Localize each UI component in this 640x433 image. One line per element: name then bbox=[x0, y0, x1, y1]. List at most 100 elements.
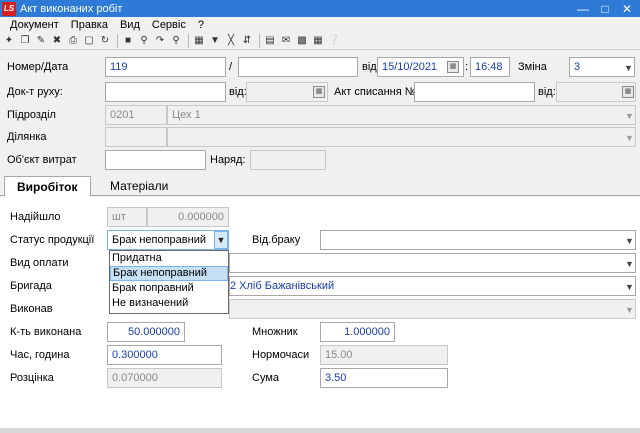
product-status-dropdown: Придатна Брак непоправний Брак поправний… bbox=[109, 250, 229, 314]
doc-date-value: 15/10/2021 bbox=[382, 61, 438, 73]
menu-document[interactable]: Документ bbox=[0, 19, 65, 31]
multiplier-field[interactable]: 1.000000 bbox=[320, 322, 395, 342]
norm-hours-label: Нормочаси bbox=[252, 349, 310, 361]
time-hours-label: Час, година bbox=[10, 349, 70, 361]
doc-suffix-field[interactable] bbox=[238, 57, 358, 77]
document-icon[interactable]: ▤ bbox=[263, 34, 277, 48]
received-qty-field: 0.000000 bbox=[147, 207, 229, 227]
clear-filter-icon[interactable]: ╳ bbox=[224, 34, 238, 48]
delete-doc-icon[interactable]: ✖ bbox=[50, 34, 64, 48]
brigade-value: 2 Хліб Бажанівський bbox=[230, 280, 335, 292]
app-logo: LS bbox=[2, 1, 16, 16]
menu-help[interactable]: ? bbox=[192, 19, 210, 31]
chevron-down-icon[interactable]: ▼ bbox=[625, 282, 634, 292]
toolbar-separator bbox=[117, 33, 118, 48]
close-button[interactable]: ✕ bbox=[616, 0, 638, 17]
grid-icon[interactable]: ▦ bbox=[192, 34, 206, 48]
time-separator: : bbox=[465, 61, 469, 73]
section-label: Ділянка bbox=[7, 131, 47, 143]
order-label: Наряд: bbox=[210, 154, 246, 166]
filter-icon[interactable]: ▼ bbox=[208, 34, 222, 48]
movement-doc-field[interactable] bbox=[105, 82, 226, 102]
received-unit-field: шт bbox=[107, 207, 147, 227]
brigade-label: Бригада bbox=[10, 280, 52, 292]
stop-icon[interactable]: ■ bbox=[121, 34, 135, 48]
section-name-field bbox=[167, 127, 636, 147]
order-field bbox=[250, 150, 326, 170]
chevron-down-icon[interactable]: ▼ bbox=[624, 63, 633, 73]
chevron-down-icon: ▼ bbox=[625, 111, 634, 121]
rate-label: Розцінка bbox=[10, 372, 54, 384]
doc-number-field[interactable]: 119 bbox=[105, 57, 226, 77]
calendar-icon: ▦ bbox=[313, 86, 325, 98]
toolbar-separator bbox=[188, 33, 189, 48]
defect-dept-select[interactable] bbox=[320, 230, 636, 250]
tab-bar: Виробіток Матеріали bbox=[0, 174, 640, 197]
preview-icon[interactable]: ▢ bbox=[82, 34, 96, 48]
defect-dept-label: Від.браку bbox=[252, 234, 301, 246]
calculator-icon[interactable]: ▦ bbox=[311, 34, 325, 48]
menu-service[interactable]: Сервіс bbox=[146, 19, 192, 31]
menu-bar: Документ Правка Вид Сервіс ? bbox=[0, 17, 640, 32]
status-option-suitable[interactable]: Придатна bbox=[110, 251, 228, 266]
shift-value: 3 bbox=[574, 61, 581, 73]
time-hours-field[interactable]: 0.300000 bbox=[107, 345, 222, 365]
sum-label: Сума bbox=[252, 372, 280, 384]
cost-object-field[interactable] bbox=[105, 150, 206, 170]
brigade-select[interactable]: 2 Хліб Бажанівський bbox=[229, 276, 636, 296]
tab-materials[interactable]: Матеріали bbox=[98, 176, 180, 196]
toolbar: ✦ ❐ ✎ ✖ ⎙ ▢ ↻ ■ ⚲ ↷ ⚲ ▦ ▼ ╳ ⇵ ▤ ✉ ▩ ▦ ❔ bbox=[0, 32, 640, 50]
product-status-value: Брак непоправний bbox=[112, 234, 206, 246]
refresh-icon[interactable]: ↻ bbox=[98, 34, 112, 48]
chevron-down-icon[interactable]: ▼ bbox=[214, 231, 228, 249]
received-label: Надійшло bbox=[10, 211, 61, 223]
movement-from-label: від: bbox=[229, 86, 247, 98]
new-doc-icon[interactable]: ✦ bbox=[2, 34, 16, 48]
norm-hours-field: 15.00 bbox=[320, 345, 448, 365]
shift-label: Зміна bbox=[518, 61, 547, 73]
status-bar bbox=[0, 428, 640, 433]
help-icon[interactable]: ❔ bbox=[327, 34, 341, 48]
rate-field: 0.070000 bbox=[107, 368, 222, 388]
maximize-button[interactable]: □ bbox=[594, 0, 616, 17]
copy-doc-icon[interactable]: ❐ bbox=[18, 34, 32, 48]
slash-label: / bbox=[229, 61, 233, 73]
tab-output[interactable]: Виробіток bbox=[4, 176, 91, 197]
search-next-icon[interactable]: ↷ bbox=[153, 34, 167, 48]
cost-object-label: Об'єкт витрат bbox=[7, 154, 77, 166]
title-bar: LS Акт виконаних робіт — □ ✕ bbox=[0, 0, 640, 17]
minimize-button[interactable]: — bbox=[572, 0, 594, 17]
qty-done-label: К-ть виконана bbox=[10, 326, 82, 338]
writeoff-from-label: від: bbox=[538, 86, 556, 98]
writeoff-field[interactable] bbox=[414, 82, 535, 102]
search-icon[interactable]: ⚲ bbox=[137, 34, 151, 48]
chevron-down-icon[interactable]: ▼ bbox=[625, 259, 634, 269]
department-code-field: 0201 bbox=[105, 105, 167, 125]
performed-by-select bbox=[229, 299, 636, 319]
calendar-icon[interactable]: ▦ bbox=[447, 61, 459, 73]
chevron-down-icon: ▼ bbox=[625, 133, 634, 143]
department-label: Підрозділ bbox=[7, 109, 56, 121]
status-option-repairable[interactable]: Брак поправний bbox=[110, 281, 228, 296]
table-icon[interactable]: ▩ bbox=[295, 34, 309, 48]
find-icon[interactable]: ⚲ bbox=[169, 34, 183, 48]
doc-time-field[interactable]: 16:48 bbox=[470, 57, 510, 77]
status-option-undefined[interactable]: Не визначений bbox=[110, 296, 228, 311]
number-date-label: Номер/Дата bbox=[7, 61, 69, 73]
date-from-label: від bbox=[362, 61, 377, 73]
sort-icon[interactable]: ⇵ bbox=[240, 34, 254, 48]
qty-done-field[interactable]: 50.000000 bbox=[107, 322, 185, 342]
toolbar-separator bbox=[259, 33, 260, 48]
chevron-down-icon[interactable]: ▼ bbox=[625, 236, 634, 246]
menu-view[interactable]: Вид bbox=[114, 19, 146, 31]
product-status-select[interactable]: Брак непоправний bbox=[107, 230, 229, 250]
mail-icon[interactable]: ✉ bbox=[279, 34, 293, 48]
edit-doc-icon[interactable]: ✎ bbox=[34, 34, 48, 48]
print-icon[interactable]: ⎙ bbox=[66, 34, 80, 48]
status-option-irreparable[interactable]: Брак непоправний bbox=[110, 266, 228, 281]
payment-type-select[interactable] bbox=[229, 253, 636, 273]
sum-field[interactable]: 3.50 bbox=[320, 368, 448, 388]
menu-edit[interactable]: Правка bbox=[65, 19, 114, 31]
chevron-down-icon: ▼ bbox=[625, 305, 634, 315]
window-title: Акт виконаних робіт bbox=[20, 2, 123, 15]
